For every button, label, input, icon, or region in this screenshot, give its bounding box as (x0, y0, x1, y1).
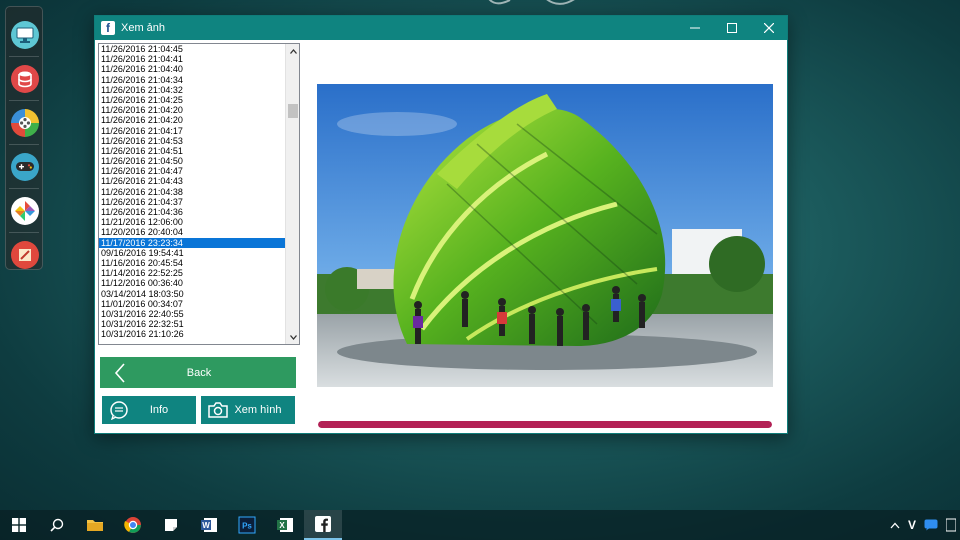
dock-item-pinwheel[interactable] (6, 189, 44, 232)
pinwheel-icon (11, 196, 39, 225)
view-photo-button[interactable]: Xem hình (201, 396, 295, 424)
list-item[interactable]: 11/26/2016 21:04:32 (99, 85, 285, 95)
camera-icon (208, 402, 228, 418)
tray-v-icon[interactable]: V (908, 518, 916, 532)
chevron-left-icon (114, 362, 125, 383)
start-icon (12, 518, 26, 532)
list-item[interactable]: 11/26/2016 21:04:45 (99, 44, 285, 54)
photo-date-list[interactable]: 11/26/2016 21:04:45 11/26/2016 21:04:41 11… (98, 43, 300, 345)
list-item[interactable]: 11/26/2016 21:04:38 (99, 187, 285, 197)
taskbar-chrome[interactable] (114, 510, 152, 540)
gamepad-icon (11, 152, 39, 181)
list-item[interactable]: 11/26/2016 21:04:17 (99, 126, 285, 136)
film-reel-icon (11, 108, 39, 137)
file-explorer-icon (87, 520, 103, 531)
chat-bubble-icon (110, 401, 128, 420)
taskbar-facebook-app[interactable] (304, 510, 342, 540)
search-button[interactable] (38, 510, 76, 540)
notepad-icon (11, 240, 39, 269)
minimize-button[interactable] (676, 16, 713, 40)
list-item[interactable]: 11/26/2016 21:04:40 (99, 64, 285, 74)
database-icon (11, 64, 39, 93)
list-item[interactable]: 11/26/2016 21:04:47 (99, 166, 285, 176)
info-button-label: Info (149, 404, 169, 416)
list-scrollbar[interactable] (285, 44, 299, 344)
svg-text:Ps: Ps (242, 522, 252, 531)
taskbar-word[interactable]: W (190, 510, 228, 540)
title-bar[interactable]: f Xem ảnh (95, 16, 787, 40)
search-icon (50, 518, 64, 532)
list-item[interactable]: 11/26/2016 21:04:34 (99, 75, 285, 85)
list-item[interactable]: 11/26/2016 21:04:20 (99, 115, 285, 125)
monitor-icon (11, 20, 39, 49)
taskbar-sticky-notes[interactable] (152, 510, 190, 540)
tray-chevron-icon[interactable] (890, 522, 900, 529)
list-item[interactable]: 11/26/2016 21:04:41 (99, 54, 285, 64)
svg-text:X: X (279, 521, 285, 530)
list-item[interactable]: 11/26/2016 21:04:25 (99, 95, 285, 105)
list-item[interactable]: 11/21/2016 12:06:00 (99, 217, 285, 227)
back-button[interactable]: Back (100, 357, 296, 388)
taskbar-file-explorer[interactable] (76, 510, 114, 540)
window-title: Xem ảnh (121, 22, 166, 34)
dock-item-notes[interactable] (6, 233, 44, 276)
list-item[interactable]: 03/14/2014 18:03:50 (99, 289, 285, 299)
svg-text:W: W (202, 521, 210, 530)
facebook-app-icon (315, 516, 331, 532)
chevron-up-icon (289, 48, 297, 54)
system-tray: V (890, 518, 960, 532)
progress-fill (318, 421, 772, 428)
list-item[interactable]: 11/26/2016 21:04:50 (99, 156, 285, 166)
taskbar-photoshop[interactable]: Ps (228, 510, 266, 540)
taskbar: W Ps X V (0, 510, 960, 540)
photo-preview (317, 84, 773, 387)
scroll-thumb[interactable] (288, 104, 298, 118)
info-button[interactable]: Info (102, 396, 196, 424)
list-item[interactable]: 11/26/2016 21:04:20 (99, 105, 285, 115)
list-item[interactable]: 11/26/2016 21:04:36 (99, 207, 285, 217)
list-item[interactable]: 11/16/2016 20:45:54 (99, 258, 285, 268)
taskbar-excel[interactable]: X (266, 510, 304, 540)
photoshop-icon: Ps (238, 516, 256, 534)
list-item[interactable]: 11/26/2016 21:04:43 (99, 176, 285, 186)
list-item[interactable]: 11/26/2016 21:04:53 (99, 136, 285, 146)
list-item[interactable]: 11/26/2016 21:04:51 (99, 146, 285, 156)
list-item[interactable]: 09/16/2016 19:54:41 (99, 248, 285, 258)
list-item[interactable]: 11/14/2016 22:52:25 (99, 268, 285, 278)
chevron-down-icon (289, 334, 297, 340)
list-item[interactable]: 10/31/2016 22:40:55 (99, 309, 285, 319)
side-dock (5, 6, 43, 270)
progress-bar (318, 421, 772, 428)
maximize-button[interactable] (713, 16, 750, 40)
list-item[interactable]: 11/20/2016 20:40:04 (99, 227, 285, 237)
view-photo-button-label: Xem hình (234, 404, 282, 416)
back-button-label: Back (186, 366, 212, 379)
facebook-app-icon: f (101, 21, 115, 35)
list-item[interactable]: 10/31/2016 21:10:26 (99, 329, 285, 339)
list-item[interactable]: 11/12/2016 00:36:40 (99, 278, 285, 288)
photo-viewer-window: f Xem ảnh 11/26/2016 21:04:45 11/26/2016 … (94, 15, 788, 434)
minimize-icon (689, 27, 700, 29)
tray-zalo-icon[interactable] (924, 519, 938, 531)
maximize-icon (726, 23, 737, 33)
close-icon (763, 23, 774, 33)
list-item[interactable]: 11/26/2016 21:04:37 (99, 197, 285, 207)
close-button[interactable] (750, 16, 787, 40)
tray-language-icon[interactable] (946, 518, 956, 532)
word-icon: W (201, 518, 217, 532)
scroll-down-arrow[interactable] (286, 330, 299, 344)
excel-icon: X (277, 518, 293, 532)
scroll-up-arrow[interactable] (286, 44, 299, 58)
dock-item-database[interactable] (6, 57, 44, 100)
list-item[interactable]: 11/17/2016 23:23:34 (99, 237, 285, 248)
list-item[interactable]: 11/01/2016 00:34:07 (99, 299, 285, 309)
dock-item-media[interactable] (6, 101, 44, 144)
chrome-icon (124, 517, 141, 533)
list-item[interactable]: 10/31/2016 22:32:51 (99, 319, 285, 329)
dock-item-games[interactable] (6, 145, 44, 188)
sticky-notes-icon (165, 519, 177, 531)
start-button[interactable] (0, 510, 38, 540)
dock-item-computer[interactable] (6, 13, 44, 56)
